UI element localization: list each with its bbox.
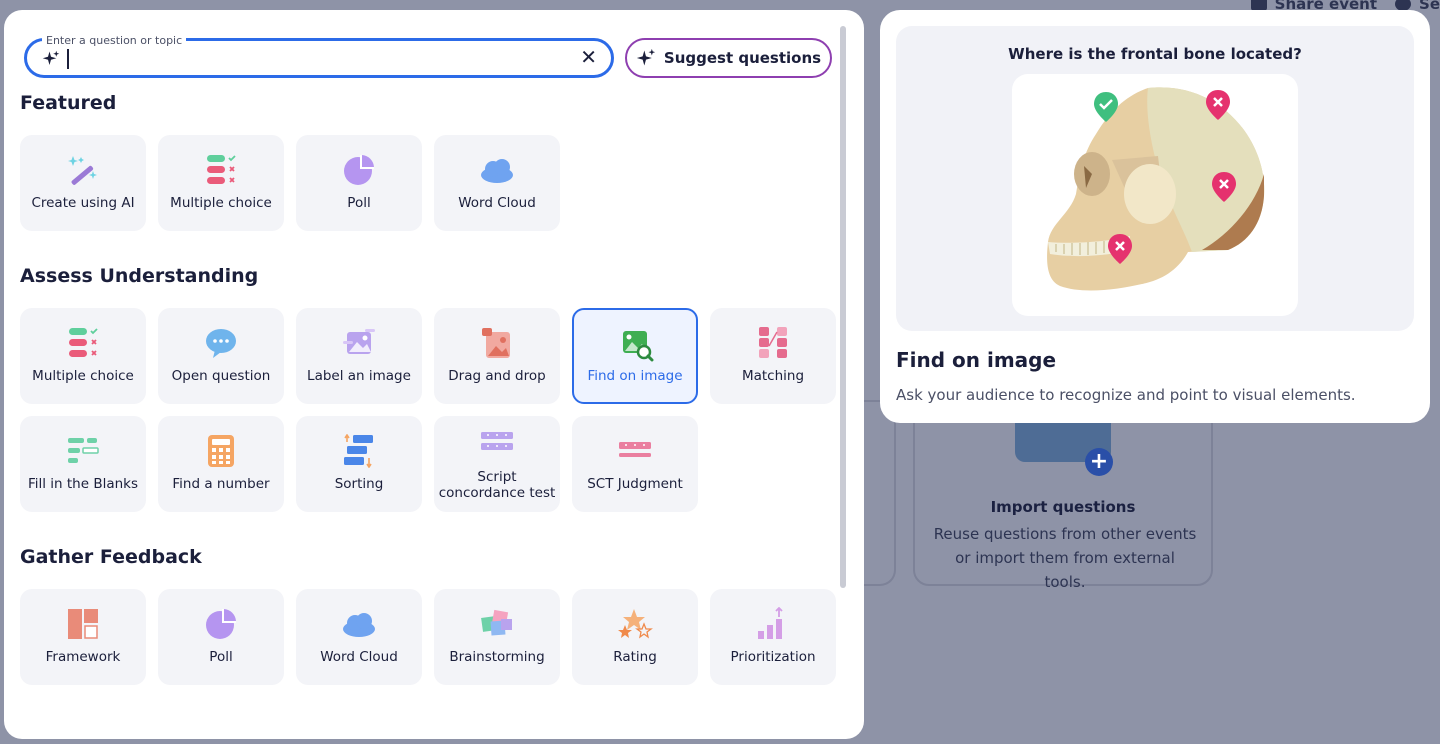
tile-poll[interactable]: Poll xyxy=(296,135,422,231)
bar-chart-arrow-icon xyxy=(758,607,783,639)
cloud-icon xyxy=(481,159,513,183)
section-title-assess: Assess Understanding xyxy=(20,265,259,287)
magic-wand-icon xyxy=(68,156,97,185)
section-title-feedback: Gather Feedback xyxy=(20,546,202,568)
tile-script-concordance-test[interactable]: Script concordance test xyxy=(434,416,560,512)
fill-blanks-icon xyxy=(68,438,99,463)
sct-judgment-icon xyxy=(619,442,651,457)
sticky-notes-icon xyxy=(481,609,512,636)
plus-icon: + xyxy=(1085,448,1113,476)
tile-fill-in-the-blanks[interactable]: Fill in the Blanks xyxy=(20,416,146,512)
question-type-panel: Enter a question or topic ✕ Suggest ques… xyxy=(4,10,864,739)
preview-card: Where is the frontal bone located? Find … xyxy=(880,10,1430,423)
preview-question: Where is the frontal bone located? xyxy=(1008,45,1302,63)
scrollbar[interactable] xyxy=(840,26,846,588)
drag-drop-icon xyxy=(482,328,510,358)
matching-icon xyxy=(759,327,787,358)
tile-rating[interactable]: Rating xyxy=(572,589,698,685)
search-field[interactable]: Enter a question or topic ✕ xyxy=(24,34,614,78)
calculator-icon xyxy=(208,435,234,467)
sparkle-icon xyxy=(636,48,656,66)
find-on-image-icon xyxy=(623,331,654,362)
tile-framework[interactable]: Framework xyxy=(20,589,146,685)
pie-chart-icon xyxy=(206,609,236,639)
text-caret xyxy=(67,49,69,69)
cloud-icon xyxy=(343,613,375,637)
framework-icon xyxy=(68,609,98,639)
sparkle-icon xyxy=(42,50,60,65)
label-image-icon xyxy=(343,329,375,354)
tile-find-on-image[interactable]: Find on image xyxy=(572,308,698,404)
import-questions-card: + Import questions Reuse questions from … xyxy=(913,398,1213,591)
skull-illustration xyxy=(1012,74,1298,316)
tile-create-using-ai[interactable]: Create using AI xyxy=(20,135,146,231)
tile-word-cloud[interactable]: Word Cloud xyxy=(296,589,422,685)
sorting-icon xyxy=(344,434,373,468)
import-title: Import questions xyxy=(990,498,1136,516)
tile-poll[interactable]: Poll xyxy=(158,589,284,685)
preview-description: Ask your audience to recognize and point… xyxy=(896,386,1356,404)
suggest-questions-button[interactable]: Suggest questions xyxy=(625,38,832,78)
search-input[interactable] xyxy=(73,46,563,72)
tile-matching[interactable]: Matching xyxy=(710,308,836,404)
tile-label-an-image[interactable]: Label an image xyxy=(296,308,422,404)
tile-word-cloud[interactable]: Word Cloud xyxy=(434,135,560,231)
section-title-featured: Featured xyxy=(20,92,117,114)
tile-sct-judgment[interactable]: SCT Judgment xyxy=(572,416,698,512)
tile-open-question[interactable]: Open question xyxy=(158,308,284,404)
multiple-choice-icon xyxy=(69,328,98,357)
preview-image-frame: Where is the frontal bone located? xyxy=(896,26,1414,331)
preview-title: Find on image xyxy=(896,348,1057,372)
tile-brainstorming[interactable]: Brainstorming xyxy=(434,589,560,685)
speech-bubble-icon xyxy=(206,329,236,358)
script-concordance-icon xyxy=(481,432,513,450)
import-description: Reuse questions from other events or imp… xyxy=(933,525,1197,591)
tile-sorting[interactable]: Sorting xyxy=(296,416,422,512)
tile-multiple-choice[interactable]: Multiple choice xyxy=(20,308,146,404)
multiple-choice-icon xyxy=(207,155,236,184)
pie-chart-icon xyxy=(344,155,374,185)
tile-find-a-number[interactable]: Find a number xyxy=(158,416,284,512)
tile-drag-and-drop[interactable]: Drag and drop xyxy=(434,308,560,404)
tile-prioritization[interactable]: Prioritization xyxy=(710,589,836,685)
tile-multiple-choice[interactable]: Multiple choice xyxy=(158,135,284,231)
stars-icon xyxy=(618,609,653,639)
close-icon[interactable]: ✕ xyxy=(580,45,597,69)
